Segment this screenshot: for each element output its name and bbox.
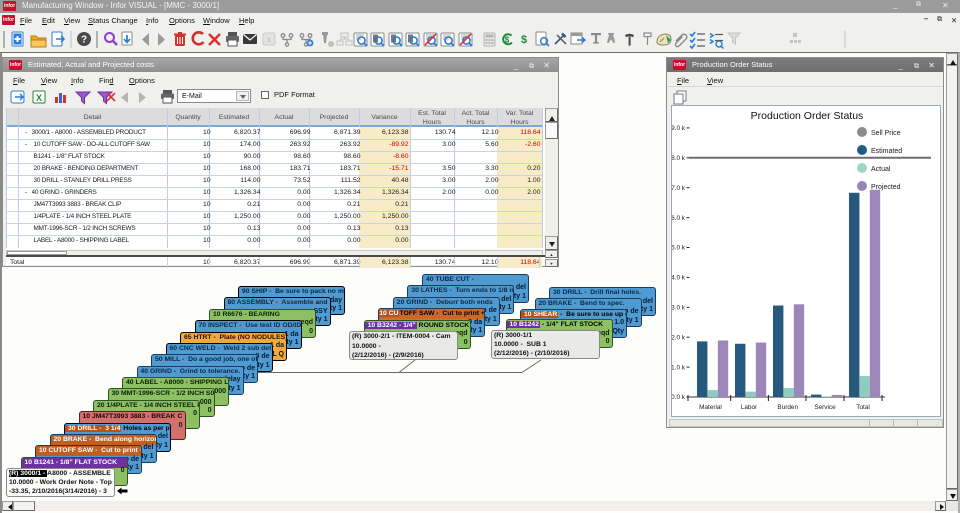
svg-text:$: $	[505, 36, 510, 45]
svg-text:Projected: Projected	[871, 184, 901, 191]
svg-text:5.0 k: 5.0 k	[672, 245, 686, 252]
svg-text:X: X	[36, 93, 42, 103]
svg-text:Actual: Actual	[871, 166, 891, 173]
svg-text:x: x	[267, 35, 271, 44]
svg-text:Sell Price: Sell Price	[871, 130, 901, 137]
svg-text:1.0 k: 1.0 k	[672, 364, 686, 371]
svg-text:Service: Service	[814, 404, 836, 411]
svg-text:9.0 k: 9.0 k	[672, 125, 686, 132]
svg-text:?: ?	[81, 35, 87, 46]
svg-text:Total: Total	[856, 404, 870, 411]
svg-text:$: $	[521, 34, 527, 46]
svg-text:Burden: Burden	[777, 404, 798, 411]
svg-text:4.0 k: 4.0 k	[672, 275, 686, 282]
svg-text:Labor: Labor	[741, 404, 758, 411]
svg-text:7.0 k: 7.0 k	[672, 185, 686, 192]
svg-text:Material: Material	[699, 404, 722, 411]
svg-text:2.0 k: 2.0 k	[672, 334, 686, 341]
svg-text:8.0 k: 8.0 k	[672, 155, 686, 162]
svg-text:6.0 k: 6.0 k	[672, 215, 686, 222]
svg-text:Estimated: Estimated	[871, 148, 902, 155]
svg-text:3.0 k: 3.0 k	[672, 305, 686, 312]
svg-text:0.0 k: 0.0 k	[672, 394, 686, 401]
